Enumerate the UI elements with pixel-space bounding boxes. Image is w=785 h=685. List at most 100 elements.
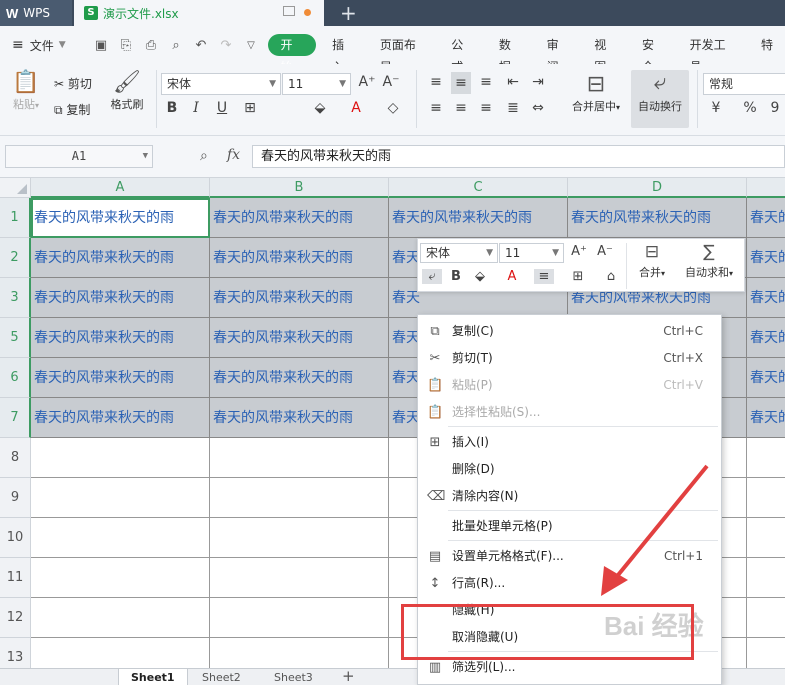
tab-view[interactable]: 视图 (582, 34, 630, 74)
grid-cell[interactable]: 春天的 (747, 198, 785, 238)
save-icon[interactable]: ▣ (91, 38, 110, 53)
decrease-font-icon[interactable]: A⁻ (381, 74, 401, 90)
align-center-icon[interactable]: ≡ (451, 100, 471, 116)
undo-icon[interactable]: ↶ (191, 38, 210, 53)
distributed-icon[interactable]: ⇔ (528, 100, 548, 116)
file-menu[interactable]: ≡ 文件 ▼ (0, 37, 87, 54)
mini-autosum-button[interactable]: ∑ 自动求和▾ (678, 242, 740, 280)
column-header[interactable] (747, 178, 785, 198)
column-header[interactable]: C (389, 178, 568, 198)
select-all-corner[interactable] (0, 178, 31, 198)
mini-merge-button[interactable]: ⊟ 合并▾ (631, 242, 673, 280)
plus-icon[interactable]: + (340, 1, 357, 25)
bold-icon[interactable]: B (162, 100, 182, 116)
clear-format-icon[interactable]: ⌂ (601, 269, 621, 284)
merge-center-button[interactable]: ⊟ 合并居中▾ (565, 72, 627, 114)
grid-cell[interactable]: 春天的风带来秋天的雨 (31, 358, 210, 398)
font-size-select[interactable]: 11 ▼ (282, 73, 351, 95)
grid-cell[interactable] (747, 558, 785, 598)
grid-cell[interactable]: 春天的 (747, 358, 785, 398)
cut-button[interactable]: ✂ 剪切 (54, 75, 92, 92)
currency-icon[interactable]: ¥ (706, 100, 726, 116)
grid-cell[interactable]: 春天的风带来秋天的雨 (31, 398, 210, 438)
context-menu-item[interactable]: ⊞ 插入(I) (418, 429, 721, 456)
percent-icon[interactable]: % (740, 100, 760, 116)
add-sheet-icon[interactable]: + (330, 669, 367, 685)
comma-style-icon[interactable]: 9 (765, 100, 785, 116)
sheet-tab-2[interactable]: Sheet2 (190, 669, 253, 685)
borders-icon[interactable]: ⊞ (240, 100, 260, 116)
grid-cell[interactable] (747, 478, 785, 518)
row-header[interactable]: 5 (0, 318, 31, 358)
fx-icon[interactable]: fx (227, 147, 240, 163)
fill-color-icon[interactable]: ⬙ (310, 100, 330, 116)
align-middle-icon[interactable]: ≡ (451, 72, 471, 94)
font-name-select[interactable]: 宋体 ▼ (161, 73, 281, 95)
context-menu-item[interactable]: 批量处理单元格(P) (418, 513, 721, 540)
decrease-font-icon[interactable]: A⁻ (595, 244, 615, 259)
sheet-tab-1[interactable]: Sheet1 (118, 669, 188, 685)
increase-font-icon[interactable]: A⁺ (569, 244, 589, 259)
context-menu-item[interactable]: 📋 选择性粘贴(S)... (418, 399, 721, 426)
grid-cell[interactable]: 春天的风带来秋天的雨 (210, 198, 389, 238)
screen-icon[interactable] (283, 6, 295, 16)
grid-cell[interactable] (31, 638, 210, 668)
name-box[interactable]: A1 ▼ (5, 145, 153, 168)
mini-font-name-select[interactable]: 宋体 ▼ (420, 243, 498, 263)
grid-cell[interactable] (31, 518, 210, 558)
borders-icon[interactable]: ⊞ (568, 269, 588, 284)
grid-cell[interactable] (210, 558, 389, 598)
grid-cell[interactable] (747, 518, 785, 558)
row-header[interactable]: 3 (0, 278, 31, 318)
outdent-icon[interactable]: ⇤ (503, 74, 523, 90)
underline-icon[interactable]: U (212, 100, 232, 116)
column-header[interactable]: A (31, 178, 210, 198)
tab-review[interactable]: 审阅 (535, 34, 583, 74)
align-top-icon[interactable]: ≡ (426, 74, 446, 90)
grid-cell[interactable]: 春天的风带来秋天的雨 (31, 278, 210, 318)
grid-cell[interactable] (31, 438, 210, 478)
row-header[interactable]: 10 (0, 518, 31, 558)
column-header[interactable]: D (568, 178, 747, 198)
align-bottom-icon[interactable]: ≡ (476, 74, 496, 90)
tab-page-layout[interactable]: 页面布局 (368, 34, 439, 74)
increase-font-icon[interactable]: A⁺ (357, 74, 377, 90)
grid-cell[interactable]: 春天的风带来秋天的雨 (210, 238, 389, 278)
grid-cell[interactable] (31, 478, 210, 518)
grid-cell[interactable]: 春天的 (747, 318, 785, 358)
zoom-search-icon[interactable]: ⌕ (200, 148, 208, 164)
copy-button[interactable]: ⧉ 复制 (54, 101, 90, 118)
grid-cell[interactable] (210, 518, 389, 558)
grid-cell[interactable] (210, 638, 389, 668)
bold-icon[interactable]: B (446, 269, 466, 284)
context-menu-item[interactable]: 删除(D) (418, 456, 721, 483)
grid-cell[interactable] (210, 438, 389, 478)
tab-formulas[interactable]: 公式 (439, 34, 487, 74)
justify-icon[interactable]: ≣ (503, 100, 523, 116)
grid-cell[interactable]: 春天的风带来秋天的雨 (210, 318, 389, 358)
grid-cell[interactable]: 春天的 (747, 238, 785, 278)
row-header[interactable]: 8 (0, 438, 31, 478)
grid-cell[interactable] (210, 478, 389, 518)
grid-cell[interactable]: 春天的风带来秋天的雨 (31, 198, 210, 238)
row-header[interactable]: 12 (0, 598, 31, 638)
grid-cell[interactable] (747, 438, 785, 478)
grid-cell[interactable]: 春天的风带来秋天的雨 (210, 358, 389, 398)
mini-font-size-select[interactable]: 11 ▼ (499, 243, 564, 263)
tab-insert[interactable]: 插入 (320, 34, 368, 74)
clear-format-icon[interactable]: ◇ (383, 100, 403, 116)
wrap-text-button[interactable]: ⤶ 自动换行 (631, 70, 689, 128)
fill-color-icon[interactable]: ⬙ (470, 269, 490, 284)
grid-cell[interactable] (31, 558, 210, 598)
print-preview-icon[interactable]: ⌕ (166, 38, 185, 53)
number-format-select[interactable]: 常规 (703, 73, 785, 95)
format-painter-button[interactable]: 🖌 格式刷 (105, 70, 149, 112)
row-header[interactable]: 13 (0, 638, 31, 668)
row-header[interactable]: 9 (0, 478, 31, 518)
row-header[interactable]: 11 (0, 558, 31, 598)
sheet-tab-3[interactable]: Sheet3 (262, 669, 325, 685)
tab-developer[interactable]: 开发工具 (678, 34, 749, 74)
tab-special[interactable]: 特 (749, 34, 785, 56)
context-menu-item[interactable]: ▤ 设置单元格格式(F)... Ctrl+1 (418, 543, 721, 570)
wps-app-tab[interactable]: W WPS (0, 0, 72, 26)
